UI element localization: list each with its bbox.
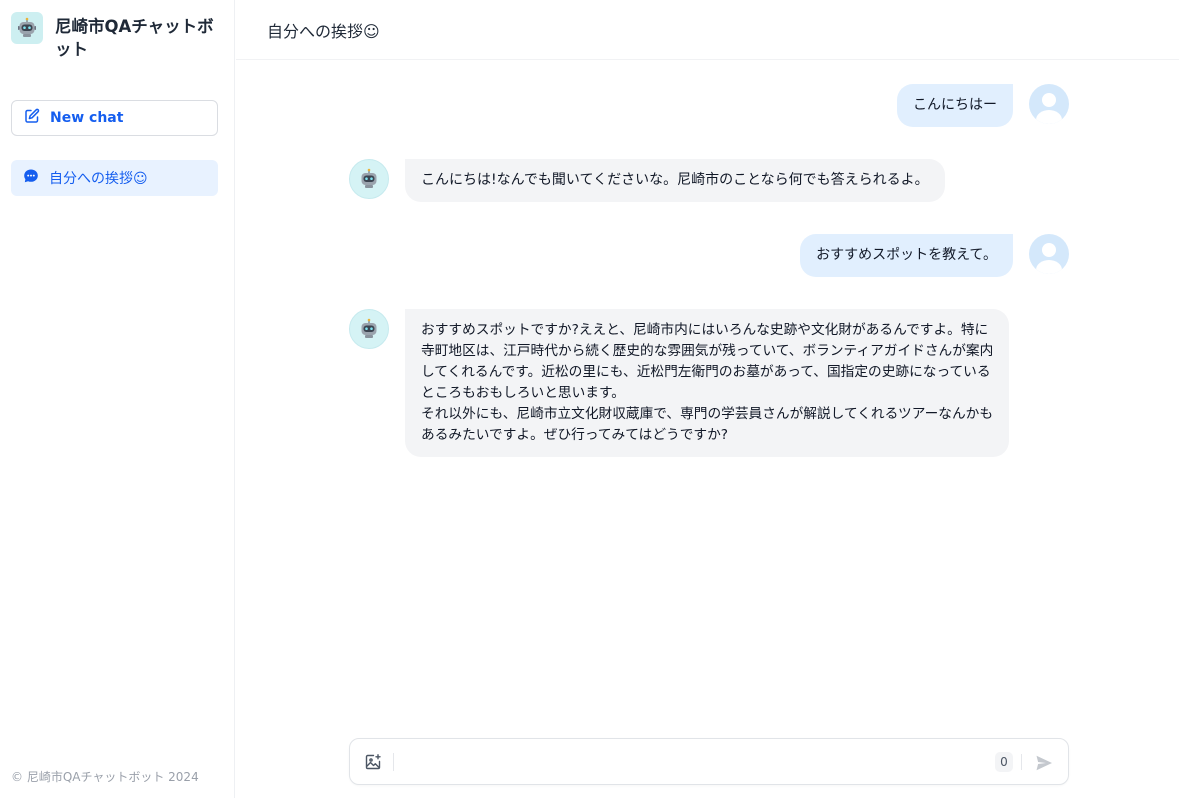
brand: 尼崎市QAチャットボット (11, 12, 226, 61)
send-icon (1036, 755, 1052, 771)
image-upload-button[interactable] (362, 751, 384, 773)
conversation-item[interactable]: 自分への挨拶☺ (11, 160, 218, 196)
user-icon (1036, 243, 1062, 274)
bot-avatar (349, 159, 389, 199)
chat-main: 自分への挨拶☺ こんにちはー こんにちは!なんでも聞いてくださいな。尼崎市のこと… (236, 0, 1179, 798)
robot-icon (11, 12, 43, 44)
image-plus-icon (365, 754, 381, 770)
bot-avatar (349, 309, 389, 349)
message-input[interactable] (402, 747, 982, 777)
chat-title: 自分への挨拶☺ (267, 21, 380, 41)
app-title: 尼崎市QAチャットボット (55, 17, 214, 59)
message-text: こんにちはー (913, 97, 997, 113)
user-icon (1036, 93, 1062, 124)
user-message: おすすめスポットを教えて。 (800, 234, 1013, 277)
chat-header: 自分への挨拶☺ (236, 0, 1179, 60)
bot-message: こんにちは!なんでも聞いてくださいな。尼崎市のことなら何でも答えられるよ。 (405, 159, 945, 202)
new-chat-button[interactable]: New chat (11, 100, 218, 136)
user-avatar (1029, 84, 1069, 124)
edit-icon (24, 108, 40, 128)
user-message: こんにちはー (897, 84, 1013, 127)
message-text: おすすめスポットを教えて。 (816, 247, 997, 263)
char-count-badge: 0 (995, 752, 1013, 772)
send-button[interactable] (1032, 751, 1056, 775)
message-line: してくれるんです。近松の里にも、近松門左衛門のお墓があって、国指定の史跡になって… (421, 364, 991, 380)
user-avatar (1029, 234, 1069, 274)
message-line: ところもおもしろいと思います。 (421, 385, 625, 401)
footer-copyright: © 尼崎市QAチャットボット 2024 (11, 770, 199, 784)
message-line: それ以外にも、尼崎市立文化財収蔵庫で、専門の学芸員さんが解説してくれるツアーなん… (421, 406, 994, 422)
composer-divider (1021, 754, 1022, 770)
message-line: おすすめスポットですか?ええと、尼崎市内にはいろんな史跡や文化財があるんですよ。… (421, 322, 989, 338)
message-line: 寺町地区は、江戸時代から続く歴史的な雰囲気が残っていて、ボランティアガイドさんが… (421, 343, 994, 359)
robot-icon (361, 318, 377, 338)
bot-message: おすすめスポットですか?ええと、尼崎市内にはいろんな史跡や文化財があるんですよ。… (405, 309, 1010, 457)
conversation-label: 自分への挨拶☺ (49, 171, 148, 187)
message-line: あるみたいですよ。ぜひ行ってみてはどうですか? (421, 427, 729, 443)
sidebar: 尼崎市QAチャットボット New chat 自分への挨拶☺ © 尼崎市QAチャッ… (0, 0, 235, 798)
message-text: こんにちは!なんでも聞いてくださいな。尼崎市のことなら何でも答えられるよ。 (421, 172, 929, 188)
robot-icon (361, 168, 377, 188)
composer-divider (393, 753, 394, 771)
chat-bubble-icon (23, 168, 39, 188)
new-chat-label: New chat (50, 110, 124, 126)
message-composer: 0 (349, 738, 1069, 785)
